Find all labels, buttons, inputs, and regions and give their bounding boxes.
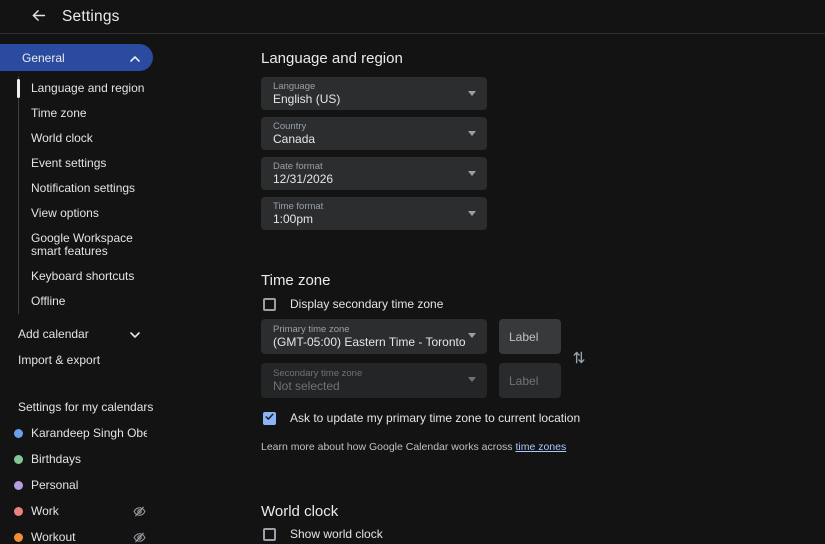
settings-content: Language and region Language English (US… [261, 34, 821, 541]
ask-update-timezone-checkbox[interactable] [263, 409, 276, 427]
calendar-label: Personal [31, 478, 79, 492]
primary-timezone-select[interactable]: Primary time zone (GMT-05:00) Eastern Ti… [261, 319, 487, 354]
checkmark-icon [264, 409, 275, 427]
dropdown-arrow-icon [468, 131, 476, 136]
calendar-color-dot [14, 506, 23, 516]
calendar-row-work[interactable]: Work [0, 498, 153, 524]
dropdown-arrow-icon [468, 211, 476, 216]
date-format-select[interactable]: Date format 12/31/2026 [261, 157, 487, 190]
field-value: 1:00pm [273, 212, 314, 226]
dropdown-arrow-icon [468, 333, 476, 338]
page-title: Settings [62, 7, 120, 25]
calendar-row-personal[interactable]: Personal [0, 472, 153, 498]
checkbox-label: Show world clock [290, 527, 383, 541]
calendar-color-dot [14, 480, 23, 490]
back-button[interactable] [29, 8, 47, 26]
sidebar-item-view-options[interactable]: View options [19, 201, 152, 226]
calendar-row-karandeep[interactable]: Karandeep Singh Oberoi [0, 420, 153, 446]
calendar-label: Work [31, 504, 59, 518]
show-world-clock-row: Show world clock [261, 527, 821, 541]
calendar-color-dot [14, 428, 23, 438]
arrow-left-icon [30, 7, 47, 27]
field-label: Language [273, 81, 316, 92]
time-format-select[interactable]: Time format 1:00pm [261, 197, 487, 230]
calendar-color-dot [14, 454, 23, 464]
sidebar-item-keyboard-shortcuts[interactable]: Keyboard shortcuts [19, 264, 152, 289]
section-title-language-region: Language and region [261, 50, 403, 67]
sidebar-item-offline[interactable]: Offline [19, 289, 152, 314]
checkbox-label: Display secondary time zone [290, 297, 444, 311]
learn-more-prefix: Learn more about how Google Calendar wor… [261, 441, 516, 453]
ask-update-timezone-row: Ask to update my primary time zone to cu… [261, 411, 821, 425]
my-calendars-header: Settings for my calendars [18, 400, 154, 414]
field-label: Primary time zone [273, 324, 350, 335]
dropdown-arrow-icon [468, 171, 476, 176]
country-select[interactable]: Country Canada [261, 117, 487, 150]
sidebar-item-notification-settings[interactable]: Notification settings [19, 176, 152, 201]
secondary-timezone-select[interactable]: Secondary time zone Not selected [261, 363, 487, 398]
primary-timezone-label-input[interactable] [499, 319, 561, 354]
section-title-time-zone: Time zone [261, 272, 331, 289]
field-value: 12/31/2026 [273, 172, 334, 186]
import-export-label: Import & export [18, 353, 101, 367]
general-label: General [22, 50, 65, 65]
settings-header: Settings [0, 0, 825, 34]
language-select[interactable]: Language English (US) [261, 77, 487, 110]
show-world-clock-checkbox[interactable] [263, 527, 276, 541]
calendar-label: Karandeep Singh Oberoi [31, 426, 147, 440]
secondary-timezone-label-input[interactable] [499, 363, 561, 398]
chevron-down-icon [130, 327, 140, 341]
display-secondary-timezone-checkbox[interactable] [263, 297, 276, 311]
sidebar-item-language-and-region[interactable]: Language and region [17, 76, 152, 101]
sidebar-item-general[interactable]: General [0, 44, 153, 71]
general-submenu: Language and region Time zone World cloc… [17, 76, 152, 314]
sidebar-item-import-export[interactable]: Import & export [0, 347, 153, 373]
field-value: Canada [273, 132, 316, 146]
sidebar-item-world-clock[interactable]: World clock [19, 126, 152, 151]
field-label: Secondary time zone [273, 368, 363, 379]
sidebar-item-event-settings[interactable]: Event settings [19, 151, 152, 176]
calendar-color-dot [14, 532, 23, 542]
swap-timezones-button[interactable] [571, 350, 587, 366]
field-value: Not selected [273, 379, 340, 393]
field-label: Time format [273, 201, 324, 212]
display-secondary-timezone-row: Display secondary time zone [261, 297, 821, 311]
sidebar-item-time-zone[interactable]: Time zone [19, 101, 152, 126]
calendar-row-workout[interactable]: Workout [0, 524, 153, 544]
field-value: English (US) [273, 92, 341, 106]
sidebar-item-workspace-smart-features[interactable]: Google Workspace smart features [19, 226, 152, 264]
calendar-row-birthdays[interactable]: Birthdays [0, 446, 153, 472]
chevron-up-icon [130, 51, 140, 65]
visibility-off-icon [133, 504, 147, 518]
add-calendar-label: Add calendar [18, 327, 89, 341]
settings-sidebar: General Language and region Time zone Wo… [0, 35, 256, 544]
field-label: Country [273, 121, 307, 132]
dropdown-arrow-icon [468, 91, 476, 96]
checkbox-label: Ask to update my primary time zone to cu… [290, 411, 581, 425]
section-title-world-clock: World clock [261, 503, 339, 520]
time-zones-link[interactable]: time zones [515, 441, 566, 453]
visibility-off-icon [133, 530, 147, 544]
learn-more-text: Learn more about how Google Calendar wor… [261, 441, 821, 453]
timezone-fields: Primary time zone (GMT-05:00) Eastern Ti… [261, 319, 825, 398]
calendar-label: Birthdays [31, 452, 82, 466]
field-label: Date format [273, 161, 323, 172]
sidebar-item-add-calendar[interactable]: Add calendar [0, 321, 153, 347]
calendar-label: Workout [31, 530, 76, 544]
dropdown-arrow-icon [468, 377, 476, 382]
field-value: (GMT-05:00) Eastern Time - Toronto [273, 335, 466, 349]
swap-vertical-icon [572, 351, 586, 368]
